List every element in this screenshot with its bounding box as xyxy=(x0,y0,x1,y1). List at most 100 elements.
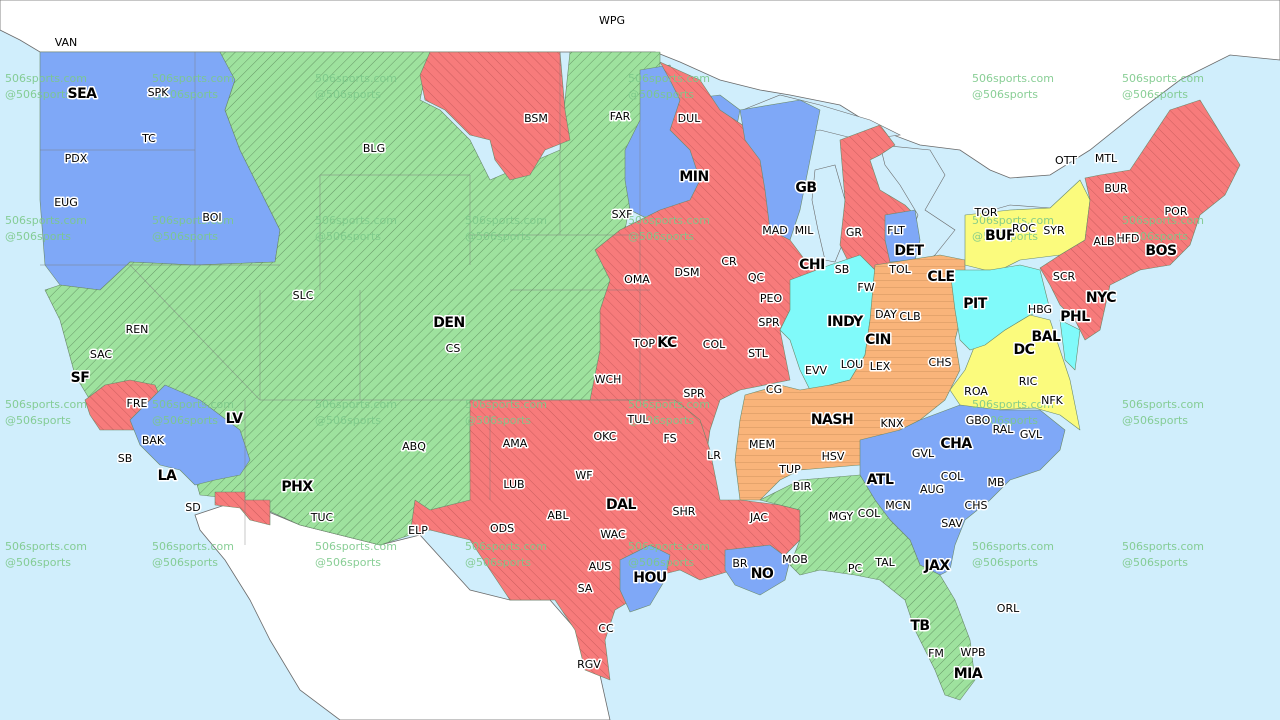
market-label-min: MIN xyxy=(679,169,708,185)
market-label-alb: ALB xyxy=(1093,235,1114,248)
market-label-gbo: GBO xyxy=(966,414,991,427)
market-label-cs: CS xyxy=(446,342,461,355)
watermark-site: 506sports.com xyxy=(465,540,547,553)
market-label-mia: MIA xyxy=(954,666,983,682)
market-label-pdx: PDX xyxy=(65,152,88,165)
market-label-bir: BIR xyxy=(793,480,812,493)
market-label-nfk: NFK xyxy=(1041,394,1064,407)
market-label-kc: KC xyxy=(657,335,677,351)
watermark-site: 506sports.com xyxy=(5,72,87,85)
watermark-site: 506sports.com xyxy=(972,72,1054,85)
market-label-tol: TOL xyxy=(888,263,911,276)
watermark-handle: @506sports xyxy=(315,414,381,427)
watermark-handle: @506sports xyxy=(1122,88,1188,101)
watermark-handle: @506sports xyxy=(465,556,531,569)
watermark-handle: @506sports xyxy=(5,556,71,569)
watermark-handle: @506sports xyxy=(5,414,71,427)
watermark-site: 506sports.com xyxy=(315,540,397,553)
market-label-lv: LV xyxy=(226,411,243,427)
market-label-lub: LUB xyxy=(503,478,524,491)
market-label-chs: CHS xyxy=(929,356,952,369)
market-label-sxf: SXF xyxy=(612,208,633,221)
market-label-lex: LEX xyxy=(870,360,891,373)
market-label-abl: ABL xyxy=(547,509,569,522)
market-label-wf: WF xyxy=(575,469,592,482)
market-label-ral: RAL xyxy=(993,423,1015,436)
market-label-mcn: MCN xyxy=(885,499,910,512)
market-label-phl: PHL xyxy=(1060,309,1090,325)
market-label-dc: DC xyxy=(1014,342,1035,358)
market-label-jac: JAC xyxy=(749,511,768,524)
market-label-sea: SEA xyxy=(68,86,98,102)
market-label-mb: MB xyxy=(987,476,1004,489)
market-label-fm: FM xyxy=(928,647,944,660)
market-label-det: DET xyxy=(894,243,924,259)
watermark-handle: @506sports xyxy=(972,556,1038,569)
market-label-ama: AMA xyxy=(503,437,528,450)
watermark-handle: @506sports xyxy=(628,556,694,569)
watermark-handle: @506sports xyxy=(5,88,71,101)
market-label-roc: ROC xyxy=(1012,222,1036,235)
market-label-sd: SD xyxy=(185,501,200,514)
market-label-cha: CHA xyxy=(940,436,972,452)
market-label-boi: BOI xyxy=(202,211,221,224)
watermark-handle: @506sports xyxy=(1122,556,1188,569)
market-label-gb: GB xyxy=(795,180,816,196)
watermark-site: 506sports.com xyxy=(152,540,234,553)
market-label-roa: ROA xyxy=(964,385,988,398)
market-label-hsv: HSV xyxy=(822,450,845,463)
market-label-okc: OKC xyxy=(594,430,617,443)
market-label-tal: TAL xyxy=(874,556,895,569)
watermark-handle: @506sports xyxy=(315,556,381,569)
watermark-site: 506sports.com xyxy=(1122,72,1204,85)
market-label-peo: PEO xyxy=(760,292,783,305)
watermark-handle: @506sports xyxy=(628,88,694,101)
market-label-hfd: HFD xyxy=(1116,232,1139,245)
market-label-cr: CR xyxy=(721,255,737,268)
market-label-day: DAY xyxy=(875,308,897,321)
watermark-site: 506sports.com xyxy=(628,72,710,85)
market-label-hou: HOU xyxy=(633,570,667,586)
watermark-site: 506sports.com xyxy=(5,398,87,411)
market-label-aug: AUG xyxy=(920,483,944,496)
market-label-mob: MOB xyxy=(782,553,808,566)
market-label-sb: SB xyxy=(835,263,850,276)
market-label-tul: TUL xyxy=(627,413,650,426)
market-label-bur: BUR xyxy=(1104,182,1128,195)
watermark-handle: @506sports xyxy=(315,230,381,243)
market-label-cg: CG xyxy=(766,383,782,396)
watermark-site: 506sports.com xyxy=(5,540,87,553)
market-label-bsm: BSM xyxy=(524,112,548,125)
watermark-handle: @506sports xyxy=(315,88,381,101)
market-label-lou: LOU xyxy=(841,358,863,371)
market-label-wpg: WPG xyxy=(599,14,625,27)
market-label-wch: WCH xyxy=(595,373,622,386)
market-label-jax: JAX xyxy=(923,558,950,574)
market-label-por: POR xyxy=(1165,205,1188,218)
market-label-col: COL xyxy=(941,470,964,483)
market-label-ods: ODS xyxy=(490,522,514,535)
market-label-fw: FW xyxy=(857,281,874,294)
market-label-sav: SAV xyxy=(941,517,963,530)
market-label-gr: GR xyxy=(846,226,863,239)
market-label-chi: CHI xyxy=(799,257,825,273)
market-label-dal: DAL xyxy=(606,497,636,513)
watermark-handle: @506sports xyxy=(152,230,218,243)
market-label-nash: NASH xyxy=(811,412,853,428)
market-label-spr: SPR xyxy=(683,387,705,400)
market-label-dsm: DSM xyxy=(675,266,700,279)
market-label-stl: STL xyxy=(748,347,769,360)
market-label-wac: WAC xyxy=(600,528,626,541)
market-label-bal: BAL xyxy=(1032,329,1062,345)
market-label-la: LA xyxy=(158,468,177,484)
watermark-site: 506sports.com xyxy=(1122,398,1204,411)
market-label-tuc: TUC xyxy=(310,511,334,524)
market-label-qc: QC xyxy=(748,271,765,284)
market-label-phx: PHX xyxy=(281,479,313,495)
market-label-bos: BOS xyxy=(1145,243,1177,259)
market-label-br: BR xyxy=(732,557,748,570)
market-label-orl: ORL xyxy=(997,602,1020,615)
watermark-site: 506sports.com xyxy=(152,72,234,85)
market-label-cin: CIN xyxy=(865,332,891,348)
watermark-handle: @506sports xyxy=(152,414,218,427)
